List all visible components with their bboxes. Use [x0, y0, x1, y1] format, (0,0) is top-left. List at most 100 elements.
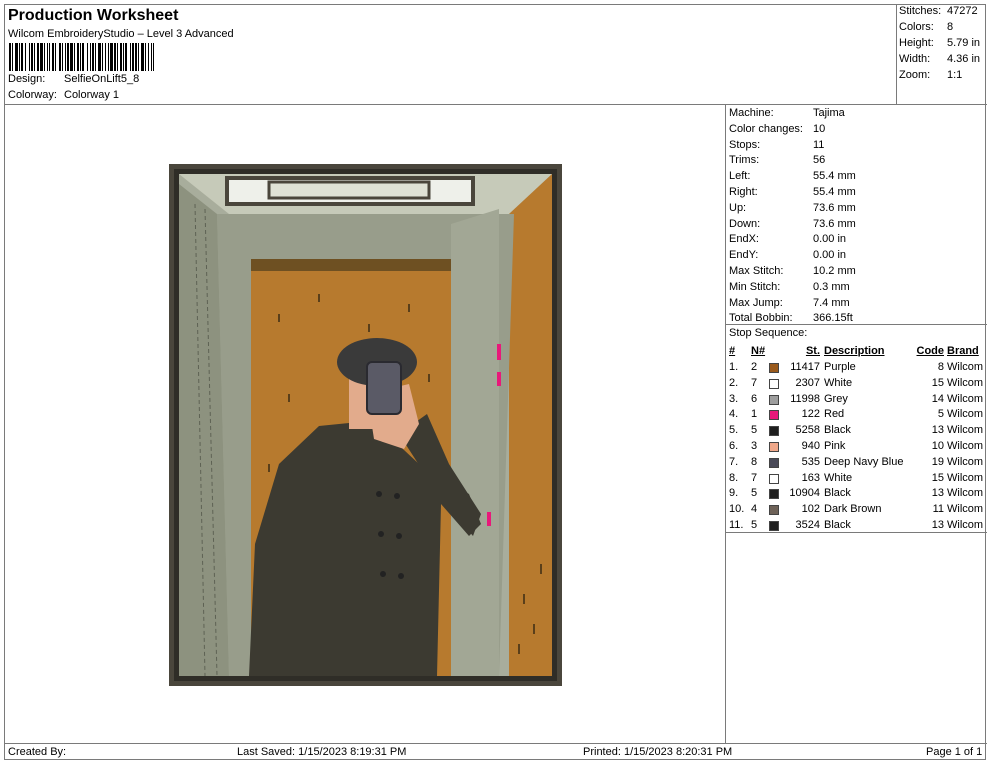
color-swatch — [769, 442, 779, 452]
stop-cell-code: 13 — [931, 424, 944, 437]
stop-cell-code: 5 — [937, 408, 944, 421]
ceiling-light-panel — [267, 180, 431, 200]
color-swatch — [769, 473, 779, 484]
machine-row: Trims: 56 — [729, 154, 826, 167]
stat-stitches: Stitches: 47272 — [899, 5, 978, 17]
stop-cell-brand: Wilcom — [947, 376, 984, 389]
stop-cell-num: 5. — [729, 424, 739, 437]
color-swatch — [769, 394, 779, 405]
stop-cell-desc: Black — [824, 519, 851, 531]
phone-icon — [366, 361, 402, 415]
color-swatch — [769, 489, 779, 500]
machine-row: EndY: 0.00 in — [729, 249, 847, 262]
machine-row: Down: 73.6 mm — [729, 217, 856, 230]
stop-cell-st: 102 — [801, 503, 820, 516]
stop-sequence-header: # N# St. Description Code Brand — [726, 345, 987, 361]
created-by: Created By: — [8, 746, 67, 758]
machine-row: Stops: 11 — [729, 138, 825, 151]
stop-cell-code: 15 — [931, 376, 944, 389]
lift-button-1 — [497, 344, 501, 360]
stop-cell-n: 7 — [751, 471, 758, 484]
door-opening-lintel — [251, 259, 451, 271]
stop-cell-brand: Wilcom — [947, 487, 984, 500]
color-swatch — [769, 457, 779, 468]
column-header-st: St. — [805, 345, 820, 357]
stop-cell-n: 5 — [751, 487, 758, 500]
stop-row: 9. 5 10904 Black 13 Wilcom — [726, 487, 987, 503]
stop-row: 7. 8 535 Deep Navy Blue 19 Wilcom — [726, 456, 987, 472]
machine-info: Machine: Tajima Color changes: 10 Stops: 11 Tr… — [726, 105, 987, 325]
stop-cell-n: 7 — [751, 376, 758, 389]
color-swatch — [769, 521, 779, 531]
stop-cell-num: 3. — [729, 392, 739, 405]
stop-row: 4. 1 122 Red 5 Wilcom — [726, 408, 987, 424]
stop-cell-desc: Pink — [824, 440, 846, 452]
stop-row: 10. 4 102 Dark Brown 11 Wilcom — [726, 503, 987, 519]
stat-zoom: Zoom: 1:1 — [899, 69, 963, 81]
stop-cell-code: 14 — [931, 392, 944, 405]
stop-cell-brand: Wilcom — [947, 519, 984, 531]
stop-cell-brand: Wilcom — [947, 455, 984, 468]
color-swatch — [769, 426, 779, 437]
worksheet-header: Production Worksheet Wilcom EmbroiderySt… — [5, 5, 897, 105]
stop-sequence-title: Stop Sequence: — [729, 327, 808, 339]
page-title: Production Worksheet — [8, 7, 179, 24]
design-preview-area — [5, 105, 726, 743]
stop-cell-n: 4 — [751, 503, 758, 516]
stat-width: Width: 4.36 in — [899, 53, 981, 65]
design-name-row: Design: SelfieOnLift5_8 — [8, 73, 139, 85]
stop-cell-num: 9. — [729, 487, 739, 500]
stop-cell-st: 163 — [801, 471, 820, 484]
stop-cell-num: 11. — [729, 519, 744, 531]
stop-cell-brand: Wilcom — [947, 440, 984, 452]
stop-cell-code: 11 — [932, 503, 944, 516]
machine-row: Color changes: 10 — [729, 122, 826, 135]
column-header-code: Code — [916, 345, 945, 357]
color-swatch — [769, 505, 779, 516]
last-saved: Last Saved: 1/15/2023 8:19:31 PM — [237, 746, 407, 758]
stop-cell-brand: Wilcom — [947, 424, 984, 437]
machine-row: Total Bobbin: 366.15ft — [729, 312, 853, 325]
stop-cell-desc: White — [824, 376, 853, 389]
stop-cell-desc: Deep Navy Blue — [824, 455, 904, 468]
machine-row: Min Stitch: 0.3 mm — [729, 280, 850, 293]
color-swatch — [769, 378, 779, 389]
column-header-desc: Description — [824, 345, 885, 357]
stop-cell-num: 1. — [729, 361, 739, 373]
stop-cell-brand: Wilcom — [947, 471, 984, 484]
colorway-label: Colorway: — [8, 89, 57, 101]
stop-sequence: Stop Sequence: # N# St. Description Code Bran… — [726, 325, 987, 533]
stop-cell-desc: Grey — [824, 392, 848, 405]
stop-cell-st: 122 — [801, 408, 820, 421]
stop-cell-st: 940 — [801, 440, 820, 452]
stop-cell-n: 3 — [751, 440, 758, 452]
stop-cell-st: 10904 — [789, 487, 820, 500]
stop-cell-n: 5 — [751, 519, 758, 531]
stat-height: Height: 5.79 in — [899, 37, 981, 49]
stop-cell-code: 19 — [931, 455, 944, 468]
column-header-n: N# — [751, 345, 766, 357]
stop-row: 8. 7 163 White 15 Wilcom — [726, 472, 987, 488]
stop-cell-st: 535 — [801, 455, 820, 468]
lift-button-2 — [497, 372, 501, 386]
barcode — [9, 43, 245, 71]
stop-cell-n: 6 — [751, 392, 758, 405]
software-name: Wilcom EmbroideryStudio – Level 3 Advanc… — [8, 28, 234, 40]
stop-row: 3. 6 11998 Grey 14 Wilcom — [726, 393, 987, 409]
color-swatch — [769, 410, 779, 421]
machine-row: Machine: Tajima — [729, 107, 845, 119]
worksheet-frame: Production Worksheet Wilcom EmbroiderySt… — [4, 4, 987, 761]
machine-row: Max Jump: 7.4 mm — [729, 296, 850, 309]
printed-date: Printed: 1/15/2023 8:20:31 PM — [583, 746, 733, 758]
stop-cell-brand: Wilcom — [947, 408, 984, 421]
stop-row: 11. 5 3524 Black 13 Wilcom — [726, 519, 987, 535]
machine-row: Max Stitch: 10.2 mm — [729, 265, 856, 277]
stop-cell-st: 11998 — [790, 392, 820, 405]
stop-cell-code: 8 — [937, 361, 944, 373]
stop-cell-code: 13 — [931, 487, 944, 500]
stop-cell-st: 5258 — [795, 424, 820, 437]
stop-row: 6. 3 940 Pink 10 Wilcom — [726, 440, 987, 456]
stop-cell-num: 10. — [729, 503, 745, 516]
stop-cell-desc: Purple — [824, 361, 856, 373]
worksheet-footer: Created By: Last Saved: 1/15/2023 8:19:3… — [5, 743, 987, 761]
